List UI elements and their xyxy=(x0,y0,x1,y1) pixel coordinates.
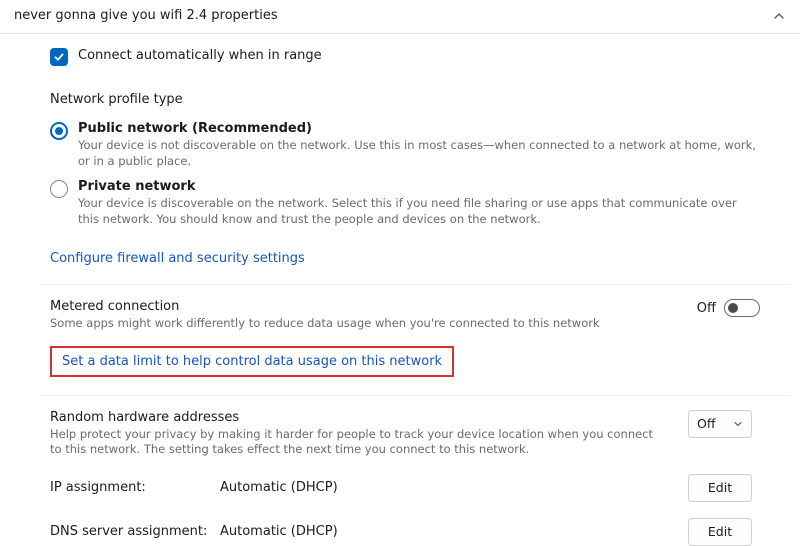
chevron-down-icon xyxy=(733,419,743,429)
metered-title: Metered connection xyxy=(50,299,600,314)
dns-edit-button[interactable]: Edit xyxy=(688,518,752,546)
public-network-title: Public network (Recommended) xyxy=(78,121,312,136)
metered-toggle-state: Off xyxy=(697,301,716,316)
dns-assignment-value: Automatic (DHCP) xyxy=(220,524,688,539)
random-hw-desc: Help protect your privacy by making it h… xyxy=(50,427,668,458)
random-hw-value: Off xyxy=(697,416,715,431)
ip-assignment-label: IP assignment: xyxy=(50,480,220,495)
dns-assignment-label: DNS server assignment: xyxy=(50,524,220,539)
divider xyxy=(40,395,790,396)
profile-type-heading: Network profile type xyxy=(50,92,790,107)
chevron-up-icon xyxy=(772,9,786,23)
private-network-desc: Your device is discoverable on the netwo… xyxy=(78,196,758,227)
random-hw-title: Random hardware addresses xyxy=(50,410,668,425)
highlight-annotation: Set a data limit to help control data us… xyxy=(50,346,454,377)
radio-selected-icon[interactable] xyxy=(50,122,68,140)
public-network-option[interactable]: Public network (Recommended) Your device… xyxy=(50,121,790,169)
firewall-settings-link[interactable]: Configure firewall and security settings xyxy=(50,251,305,266)
radio-unselected-icon[interactable] xyxy=(50,180,68,198)
private-network-option[interactable]: Private network Your device is discovera… xyxy=(50,179,790,227)
ip-edit-button[interactable]: Edit xyxy=(688,474,752,502)
ip-assignment-value: Automatic (DHCP) xyxy=(220,480,688,495)
connect-auto-label: Connect automatically when in range xyxy=(78,48,322,63)
metered-desc: Some apps might work differently to redu… xyxy=(50,316,600,332)
private-network-title: Private network xyxy=(78,179,195,194)
connect-auto-row[interactable]: Connect automatically when in range xyxy=(50,48,790,66)
connect-auto-checkbox[interactable] xyxy=(50,48,68,66)
random-hw-dropdown[interactable]: Off xyxy=(688,410,752,438)
divider xyxy=(40,284,790,285)
properties-header[interactable]: never gonna give you wifi 2.4 properties xyxy=(0,0,800,34)
public-network-desc: Your device is not discoverable on the n… xyxy=(78,138,758,169)
toggle-off-icon[interactable] xyxy=(724,299,760,317)
page-title: never gonna give you wifi 2.4 properties xyxy=(14,8,278,23)
data-limit-link[interactable]: Set a data limit to help control data us… xyxy=(62,354,442,369)
metered-toggle[interactable]: Off xyxy=(697,299,760,317)
